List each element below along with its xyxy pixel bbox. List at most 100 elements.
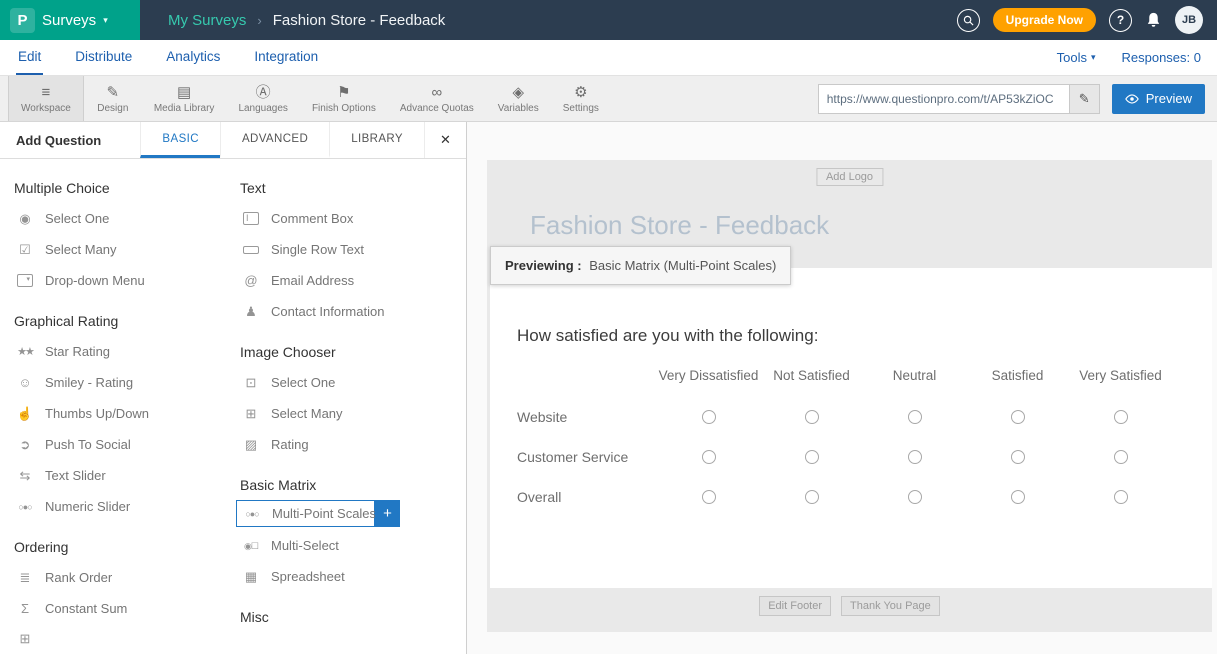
matrix-radio[interactable]: [908, 410, 922, 424]
item-smiley-rating[interactable]: ☺ Smiley - Rating: [10, 367, 236, 398]
toolbar-item-label: Languages: [238, 103, 288, 114]
tab-basic[interactable]: BASIC: [140, 122, 220, 158]
section-header-text: Text: [240, 180, 462, 196]
toolbar-item-media-library[interactable]: ▤ Media Library: [142, 76, 227, 121]
matrix-radio[interactable]: [1011, 410, 1025, 424]
edit-url-button[interactable]: ✎: [1070, 84, 1100, 114]
matrix-radio[interactable]: [908, 450, 922, 464]
item-text-slider[interactable]: ⇆ Text Slider: [10, 460, 236, 491]
matrix-radio[interactable]: [702, 450, 716, 464]
tab-advanced[interactable]: ADVANCED: [220, 122, 329, 158]
responses-count[interactable]: Responses: 0: [1122, 50, 1202, 65]
matrix-table: Very Dissatisfied Not Satisfied Neutral …: [517, 368, 1212, 517]
item-numeric-slider[interactable]: ○●○ Numeric Slider: [10, 491, 236, 522]
breadcrumb-current: Fashion Store - Feedback: [273, 12, 446, 29]
edit-footer-button[interactable]: Edit Footer: [759, 596, 831, 616]
toolbar-item-variables[interactable]: ◈ Variables: [486, 76, 551, 121]
preview-button[interactable]: Preview: [1112, 84, 1205, 114]
toolbar-item-languages[interactable]: Ⓐ Languages: [226, 76, 300, 121]
matrix-cell: [1069, 477, 1172, 517]
image-rating-icon: ▨: [240, 438, 262, 452]
item-select-many[interactable]: ☑ Select Many: [10, 234, 236, 265]
matrix-radio[interactable]: [1011, 490, 1025, 504]
add-question-panel-header: Add Question BASIC ADVANCED LIBRARY ✕: [0, 122, 466, 159]
survey-url-input[interactable]: [818, 84, 1070, 114]
matrix-cell: [966, 437, 1069, 477]
tab-integration[interactable]: Integration: [252, 40, 320, 75]
add-logo-button[interactable]: Add Logo: [816, 168, 883, 186]
product-switcher[interactable]: P Surveys ▾: [0, 0, 140, 40]
item-spreadsheet[interactable]: ▦ Spreadsheet: [236, 561, 462, 592]
toolbar-item-advance-quotas[interactable]: ∞ Advance Quotas: [388, 76, 486, 121]
matrix-radio[interactable]: [908, 490, 922, 504]
thank-you-page-button[interactable]: Thank You Page: [841, 596, 940, 616]
tab-edit[interactable]: Edit: [16, 40, 43, 75]
toolbar-item-finish-options[interactable]: ⚑ Finish Options: [300, 76, 388, 121]
item-image-select-many[interactable]: ⊞ Select Many: [236, 398, 462, 429]
item-constant-sum[interactable]: Σ Constant Sum: [10, 593, 236, 624]
item-thumbs-up-down[interactable]: ☝ Thumbs Up/Down: [10, 398, 236, 429]
toolbar-item-label: Settings: [563, 103, 599, 114]
matrix-radio[interactable]: [1011, 450, 1025, 464]
matrix-radio[interactable]: [702, 410, 716, 424]
matrix-cell: [863, 397, 966, 437]
tab-distribute[interactable]: Distribute: [73, 40, 134, 75]
upgrade-now-button[interactable]: Upgrade Now: [993, 8, 1096, 32]
tab-analytics[interactable]: Analytics: [164, 40, 222, 75]
spreadsheet-grid-icon: ▦: [240, 570, 262, 584]
matrix-radio[interactable]: [1114, 410, 1128, 424]
notifications-button[interactable]: [1145, 11, 1162, 29]
item-single-row-text[interactable]: Single Row Text: [236, 234, 462, 265]
design-brush-icon: ✎: [107, 84, 120, 101]
topbar-actions: Upgrade Now ? JB: [957, 6, 1217, 34]
toolbar-item-settings[interactable]: ⚙ Settings: [551, 76, 611, 121]
matrix-radio[interactable]: [1114, 490, 1128, 504]
item-image-rating[interactable]: ▨ Rating: [236, 429, 462, 460]
matrix-radio[interactable]: [702, 490, 716, 504]
survey-footer-actions: Edit Footer Thank You Page: [487, 596, 1212, 616]
matrix-cell: [863, 437, 966, 477]
avatar[interactable]: JB: [1175, 6, 1203, 34]
survey-title[interactable]: Fashion Store - Feedback: [530, 210, 829, 241]
item-rank-order[interactable]: ≣ Rank Order: [10, 562, 236, 593]
item-comment-box[interactable]: I Comment Box: [236, 203, 462, 234]
share-social-icon: ➲: [14, 438, 36, 452]
question-type-label: Select One: [271, 375, 335, 390]
item-star-rating[interactable]: ★★ Star Rating: [10, 336, 236, 367]
toolbar-item-workspace[interactable]: ≡ Workspace: [8, 76, 84, 121]
numeric-slider-icon: ○●○: [14, 500, 36, 514]
item-push-to-social[interactable]: ➲ Push To Social: [10, 429, 236, 460]
matrix-radio[interactable]: [1114, 450, 1128, 464]
help-button[interactable]: ?: [1109, 9, 1132, 32]
item-multi-select[interactable]: ◉☐ Multi-Select: [236, 530, 462, 561]
add-question-button[interactable]: +: [375, 500, 400, 527]
item-multi-point-scales[interactable]: ○●○ Multi-Point Scales: [236, 500, 375, 527]
bell-icon: [1145, 11, 1162, 29]
matrix-column-header: Neutral: [863, 368, 966, 397]
breadcrumb-my-surveys[interactable]: My Surveys: [168, 12, 246, 29]
matrix-radio[interactable]: [805, 490, 819, 504]
tab-library[interactable]: LIBRARY: [329, 122, 424, 158]
tools-menu[interactable]: Tools ▾: [1057, 50, 1096, 65]
matrix-column-header: Satisfied: [966, 368, 1069, 397]
rank-order-icon: ≣: [14, 571, 36, 585]
item-image-select-one[interactable]: ⊡ Select One: [236, 367, 462, 398]
item-partial[interactable]: ⊞: [10, 624, 236, 654]
item-email-address[interactable]: @ Email Address: [236, 265, 462, 296]
close-panel-button[interactable]: ✕: [424, 122, 466, 158]
matrix-cell: [657, 397, 760, 437]
item-dropdown-menu[interactable]: ▾ Drop-down Menu: [10, 265, 236, 296]
toolbar-item-design[interactable]: ✎ Design: [84, 76, 142, 121]
toolbar-item-label: Variables: [498, 103, 539, 114]
preview-button-label: Preview: [1146, 91, 1192, 106]
matrix-radio[interactable]: [805, 450, 819, 464]
item-contact-information[interactable]: ♟ Contact Information: [236, 296, 462, 327]
media-library-icon: ▤: [177, 84, 191, 101]
matrix-radio[interactable]: [805, 410, 819, 424]
questionpro-logo: P: [10, 8, 35, 33]
matrix-row-label: Overall: [517, 477, 657, 517]
content: Add Question BASIC ADVANCED LIBRARY ✕ Mu…: [0, 122, 1217, 654]
contact-person-icon: ♟: [240, 305, 262, 319]
search-button[interactable]: [957, 9, 980, 32]
item-select-one[interactable]: ◉ Select One: [10, 203, 236, 234]
